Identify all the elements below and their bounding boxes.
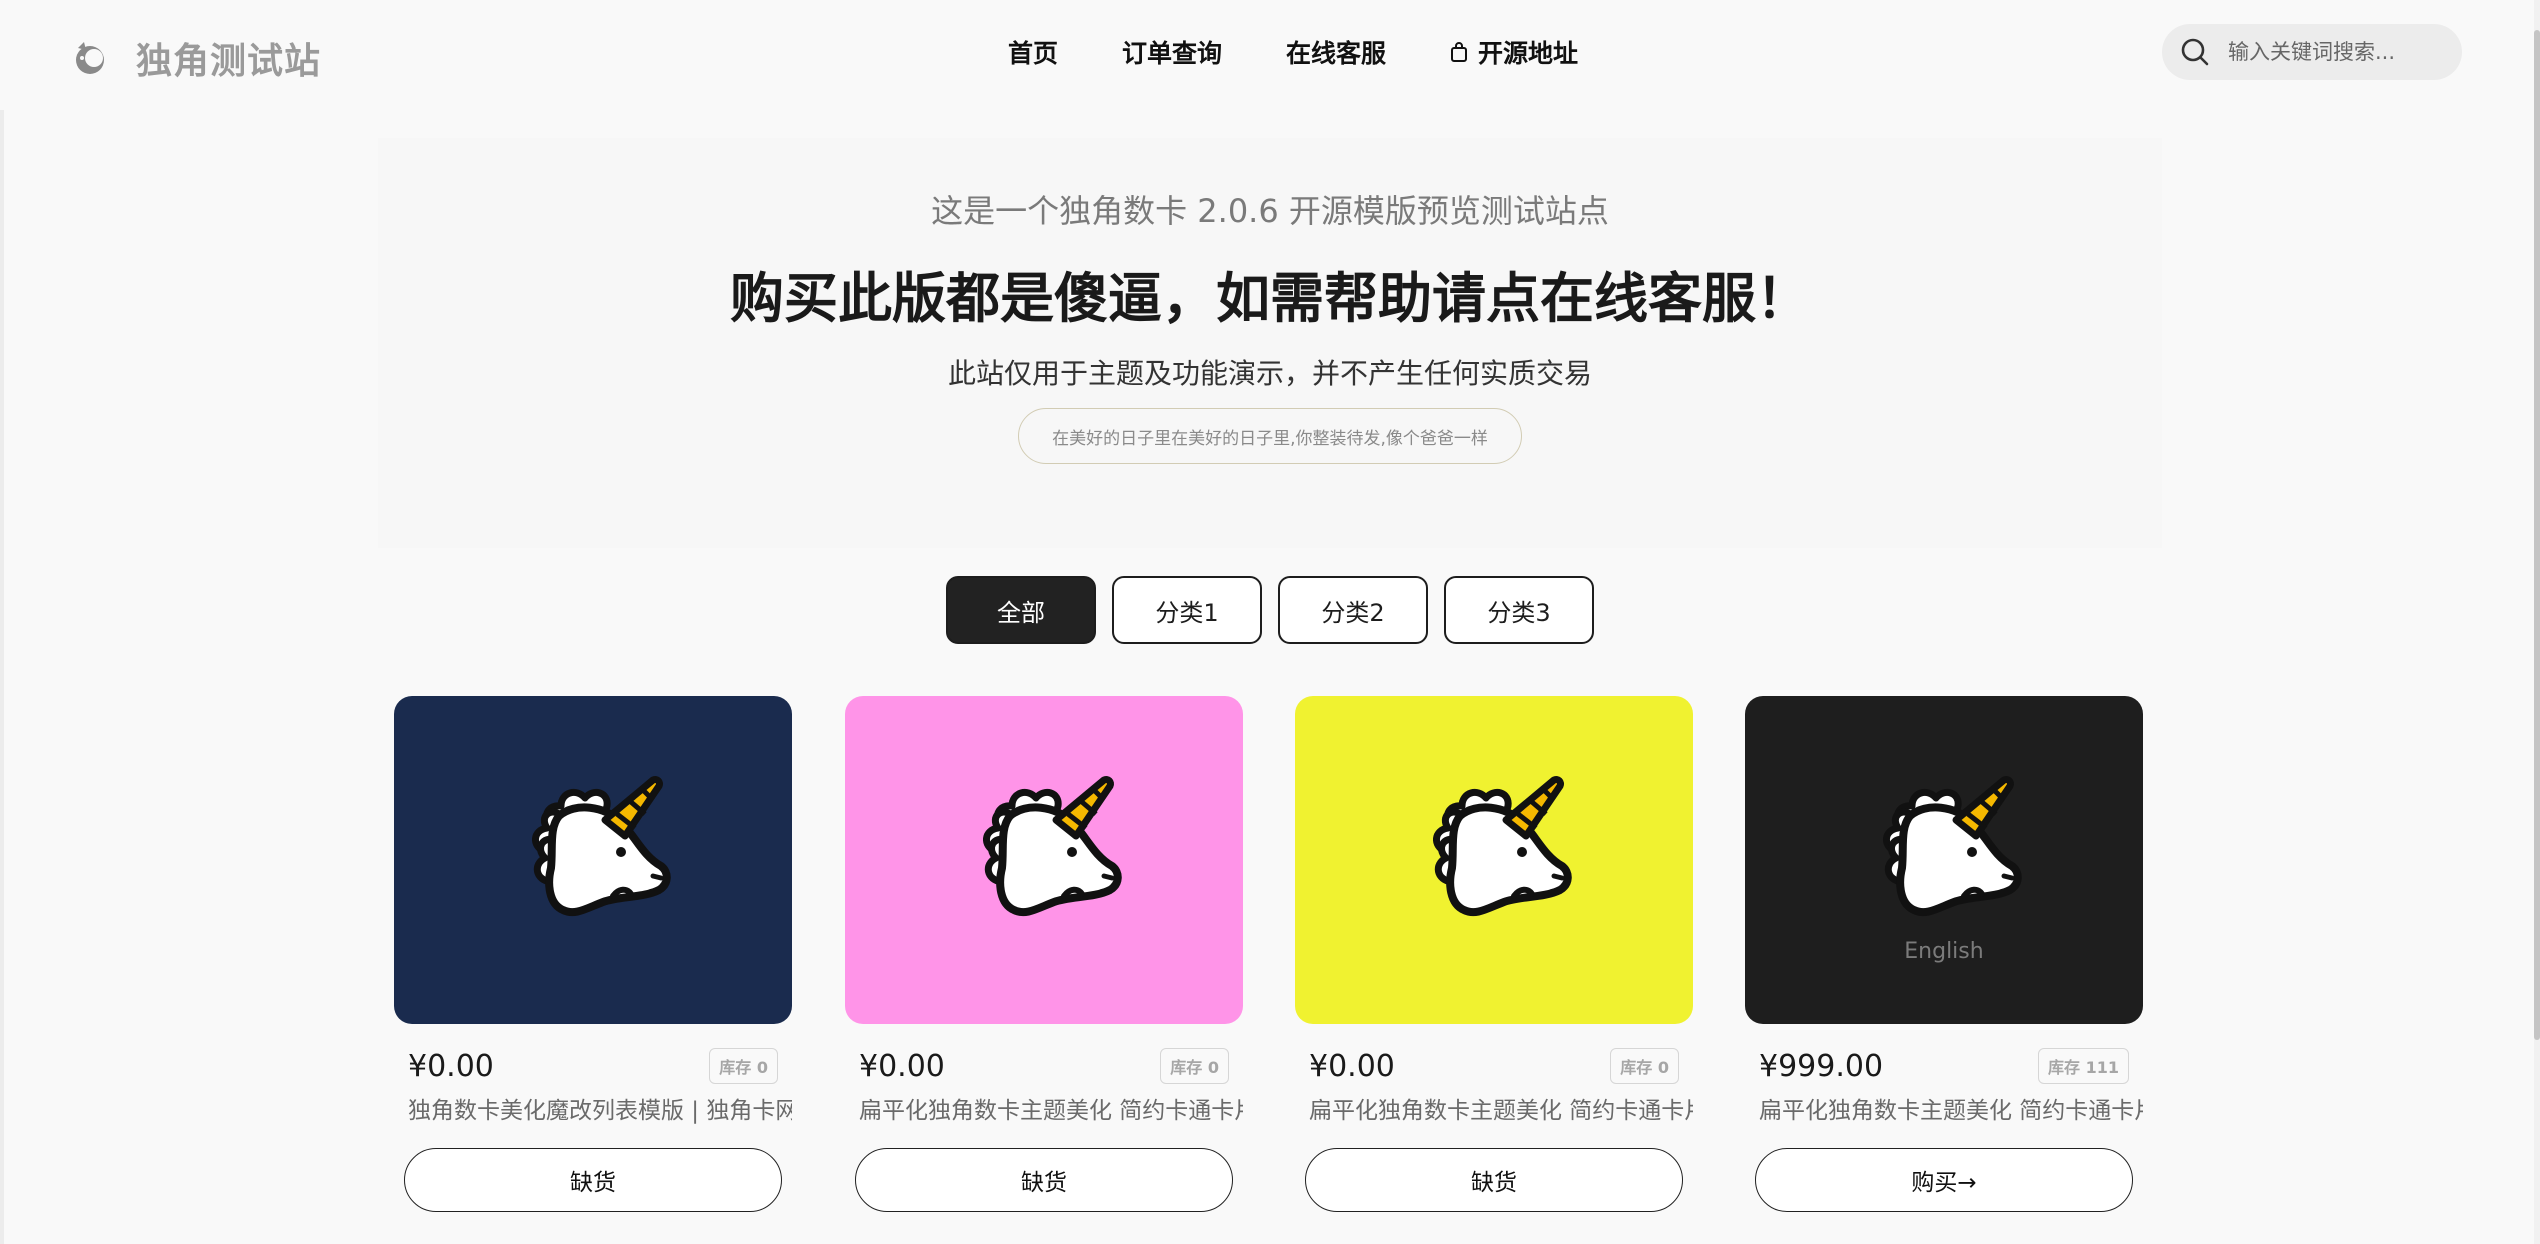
product-card[interactable]: English ¥999.00 库存 111 扁平化独角数卡主题美化 简约卡通卡片式购… [1745, 696, 2143, 1212]
product-image[interactable]: English [1745, 696, 2143, 1024]
hero-banner: 这是一个独角数卡 2.0.6 开源模版预览测试站点 购买此版都是傻逼，如需帮助请… [378, 138, 2162, 548]
out-of-stock-button[interactable]: 缺货 [855, 1148, 1233, 1212]
product-title[interactable]: 扁平化独角数卡主题美化 简约卡通卡片式 [1295, 1094, 1693, 1128]
product-price-row: ¥0.00 库存 0 [394, 1046, 792, 1086]
main-nav: 首页 订单查询 在线客服 开源地址 [1008, 34, 1578, 70]
product-price: ¥0.00 [408, 1048, 494, 1084]
logo[interactable]: 独角测试站 [70, 32, 321, 84]
tab-category-2[interactable]: 分类2 [1278, 576, 1428, 644]
nav-home-label: 首页 [1008, 39, 1059, 68]
nav-open-source[interactable]: 开源地址 [1450, 34, 1578, 70]
product-price-row: ¥0.00 库存 0 [845, 1046, 1243, 1086]
unicorn-product-icon [1883, 776, 2022, 917]
product-card[interactable]: ¥0.00 库存 0 独角数卡美化魔改列表模版 | 独角卡网美化缺货 [394, 696, 792, 1212]
unicorn-product-icon [1433, 776, 1572, 917]
shopping-bag-icon [1451, 42, 1468, 62]
out-of-stock-button[interactable]: 缺货 [1305, 1148, 1683, 1212]
product-title[interactable]: 独角数卡美化魔改列表模版 | 独角卡网美化 [394, 1094, 792, 1128]
tab-category-1[interactable]: 分类1 [1112, 576, 1262, 644]
nav-order-query-label: 订单查询 [1122, 39, 1223, 68]
product-price: ¥0.00 [859, 1048, 945, 1084]
nav-open-source-label: 开源地址 [1478, 39, 1579, 68]
product-price-row: ¥999.00 库存 111 [1745, 1046, 2143, 1086]
nav-online-support-label: 在线客服 [1286, 39, 1387, 68]
hero-quote-badge: 在美好的日子里在美好的日子里,你整装待发,像个爸爸一样 [1018, 408, 1522, 464]
buy-button[interactable]: 购买→ [1755, 1148, 2133, 1212]
stock-badge: 库存 0 [1610, 1048, 1679, 1084]
product-price: ¥0.00 [1309, 1048, 1395, 1084]
out-of-stock-button[interactable]: 缺货 [404, 1148, 782, 1212]
product-image-caption: English [1904, 939, 1984, 964]
tab-all[interactable]: 全部 [946, 576, 1096, 644]
hero-title: 购买此版都是傻逼，如需帮助请点在线客服！ [730, 267, 1810, 330]
unicorn-product-icon [532, 776, 671, 917]
page-edge [0, 0, 4, 1244]
header: 独角测试站 首页 订单查询 在线客服 开源地址 [0, 0, 2540, 110]
product-title[interactable]: 扁平化独角数卡主题美化 简约卡通卡片式 [845, 1094, 1243, 1128]
search-icon [2181, 38, 2209, 66]
scrollbar-thumb[interactable] [2534, 30, 2540, 1040]
product-image[interactable] [1295, 696, 1693, 1024]
product-card[interactable]: ¥0.00 库存 0 扁平化独角数卡主题美化 简约卡通卡片式缺货 [845, 696, 1243, 1212]
nav-home[interactable]: 首页 [1008, 34, 1058, 70]
category-tabs: 全部 分类1 分类2 分类3 [946, 576, 1610, 644]
scrollbar[interactable] [2534, 0, 2540, 1244]
stock-badge: 库存 0 [709, 1048, 778, 1084]
nav-online-support[interactable]: 在线客服 [1286, 34, 1386, 70]
search-box[interactable] [2162, 24, 2462, 80]
product-image[interactable] [394, 696, 792, 1024]
unicorn-logo-icon [76, 42, 104, 74]
nav-order-query[interactable]: 订单查询 [1122, 34, 1222, 70]
product-price-row: ¥0.00 库存 0 [1295, 1046, 1693, 1086]
tab-category-3[interactable]: 分类3 [1444, 576, 1594, 644]
product-title[interactable]: 扁平化独角数卡主题美化 简约卡通卡片式 [1745, 1094, 2143, 1128]
stock-badge: 库存 111 [2038, 1048, 2129, 1084]
unicorn-product-icon [983, 776, 1122, 917]
product-card[interactable]: ¥0.00 库存 0 扁平化独角数卡主题美化 简约卡通卡片式缺货 [1295, 696, 1693, 1212]
product-image[interactable] [845, 696, 1243, 1024]
stock-badge: 库存 0 [1160, 1048, 1229, 1084]
search-input[interactable] [2228, 40, 2438, 64]
hero-description: 此站仅用于主题及功能演示，并不产生任何实质交易 [947, 357, 1592, 390]
product-price: ¥999.00 [1759, 1048, 1884, 1084]
hero-subtitle: 这是一个独角数卡 2.0.6 开源模版预览测试站点 [931, 192, 1609, 230]
site-name: 独角测试站 [136, 41, 322, 82]
